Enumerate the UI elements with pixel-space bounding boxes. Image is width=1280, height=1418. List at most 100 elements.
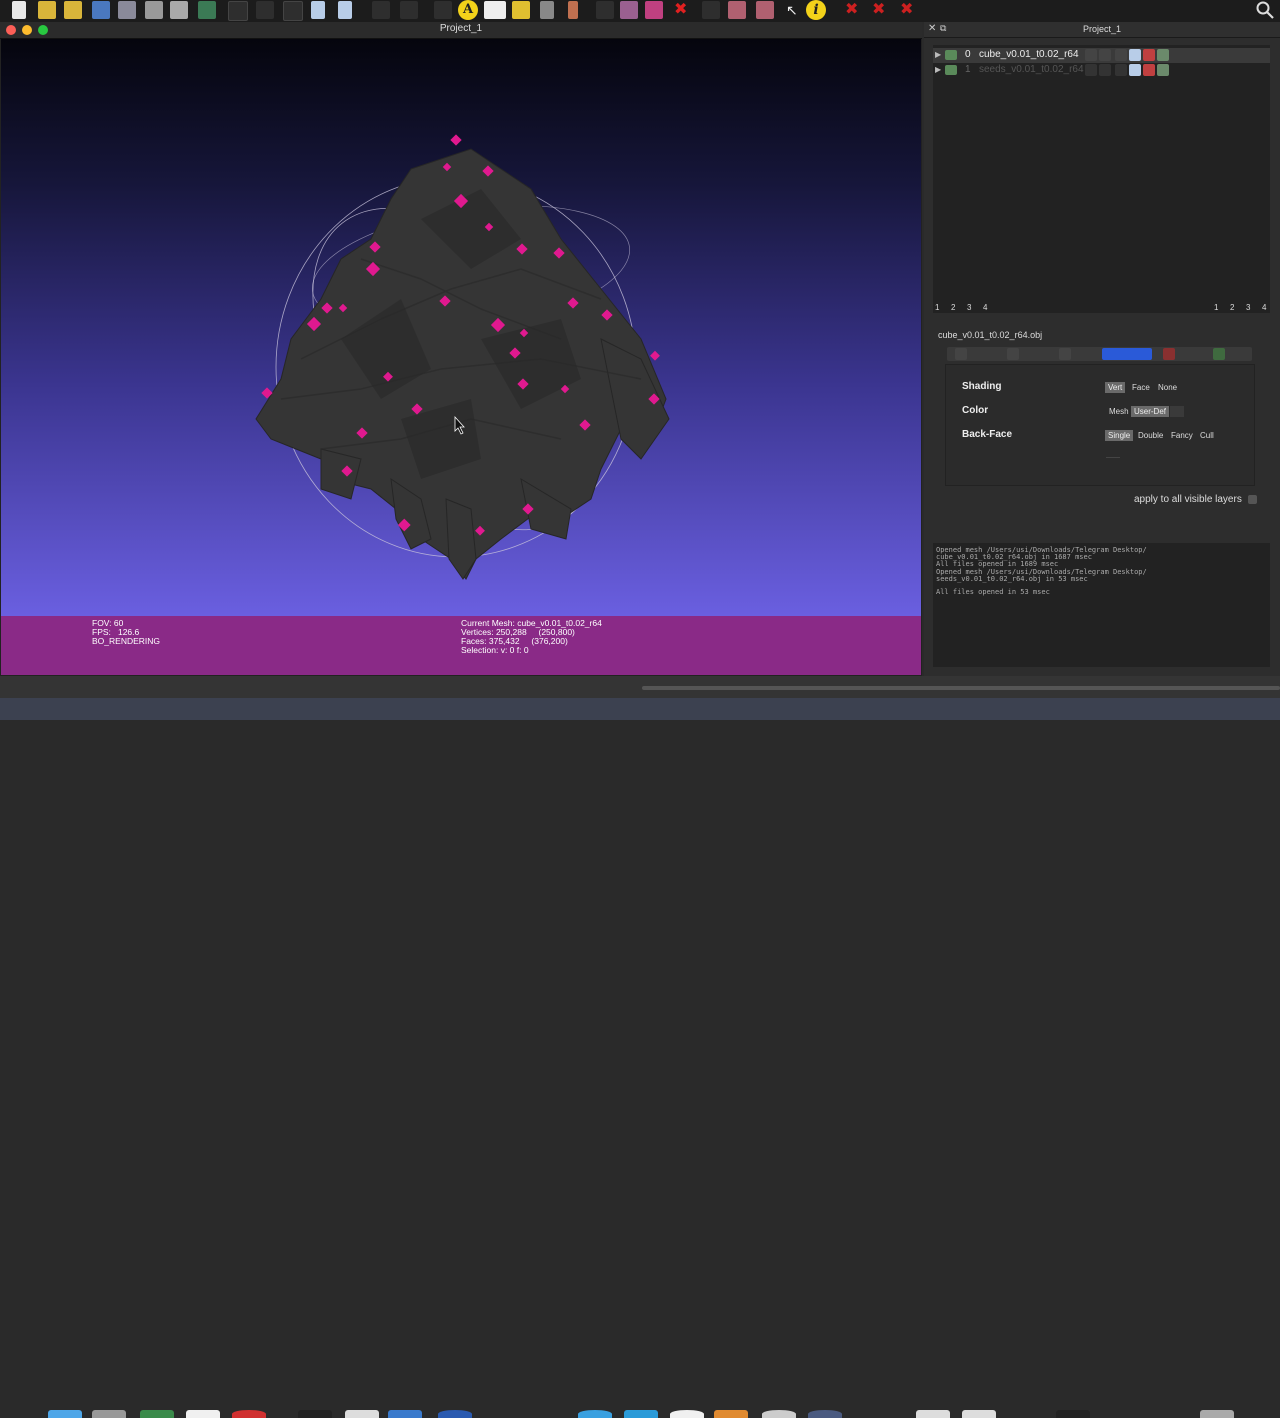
3d-viewport[interactable] <box>1 39 921 616</box>
dock-window2-icon[interactable] <box>962 1410 996 1418</box>
close-x3-icon[interactable]: ✖ <box>900 1 918 19</box>
tab-1[interactable]: 1 <box>1214 303 1230 312</box>
info-icon[interactable]: i <box>806 0 826 20</box>
texture-mode-icon[interactable] <box>1163 348 1175 360</box>
cylinder2-icon[interactable] <box>338 1 352 19</box>
axes-icon[interactable] <box>484 1 506 19</box>
close-x2-icon[interactable]: ✖ <box>872 1 890 19</box>
dock-app5-icon[interactable] <box>624 1410 658 1418</box>
dock-window3-icon[interactable] <box>1056 1410 1090 1418</box>
dock-app7-icon[interactable] <box>714 1410 748 1418</box>
stack-icon[interactable] <box>170 1 188 19</box>
dock-app8-icon[interactable] <box>762 1410 796 1418</box>
wire-mode-icon[interactable] <box>1059 348 1071 360</box>
lighting-mode-icon[interactable] <box>1213 348 1225 360</box>
layer-red-icon[interactable] <box>1143 49 1155 61</box>
select-edges-icon[interactable] <box>728 1 746 19</box>
color-user-def-option[interactable]: User-Def <box>1131 406 1170 417</box>
dock-finder-icon[interactable] <box>48 1410 82 1418</box>
open-folder-icon[interactable] <box>64 1 82 19</box>
apply-all-checkbox[interactable] <box>1248 495 1257 504</box>
dock-app2-icon[interactable] <box>232 1410 266 1418</box>
dock-app3-icon[interactable] <box>388 1410 422 1418</box>
color-mesh-option[interactable]: Mesh <box>1106 406 1132 417</box>
layer-doc-icon[interactable] <box>1115 64 1127 76</box>
points-mode-icon[interactable] <box>1007 348 1019 360</box>
dock-window-icon[interactable] <box>916 1410 950 1418</box>
select-faces-icon[interactable] <box>645 1 663 19</box>
tab-4[interactable]: 4 <box>983 303 999 312</box>
select-verts-icon[interactable] <box>702 1 720 19</box>
viewer-window: Project_1 FOV: 60 FPS: 126.6 BO_RENDERIN… <box>0 22 922 676</box>
open-file-icon[interactable] <box>38 1 56 19</box>
dock-notes-icon[interactable] <box>186 1410 220 1418</box>
new-file-icon[interactable] <box>12 1 26 19</box>
letter-a-icon[interactable]: A <box>458 0 478 20</box>
wire-icon[interactable] <box>283 1 303 21</box>
layer-doc-icon[interactable] <box>1115 49 1127 61</box>
layer-cylinder-icon[interactable] <box>1129 49 1141 61</box>
backface-single-option[interactable]: Single <box>1105 430 1134 441</box>
dock-telegram-icon[interactable] <box>578 1410 612 1418</box>
layer-row-1[interactable]: ▶ 1 seeds_v0.01_t0.02_r64 <box>933 63 1270 78</box>
paint-icon[interactable] <box>620 1 638 19</box>
reload-icon[interactable] <box>92 1 110 19</box>
color-swatch[interactable] <box>1170 406 1184 417</box>
layer-red-icon[interactable] <box>1143 64 1155 76</box>
cylinder-icon[interactable] <box>311 1 325 19</box>
layers-icon[interactable] <box>118 1 136 19</box>
delete-icon[interactable]: ✖ <box>674 1 692 19</box>
dock-app4-icon[interactable] <box>438 1410 472 1418</box>
backface-cull-option[interactable]: Cull <box>1197 430 1217 441</box>
horizontal-scrollbar[interactable] <box>642 686 1280 690</box>
bbox-mode-icon[interactable] <box>955 348 967 360</box>
hand-icon[interactable] <box>512 1 530 19</box>
tab-1[interactable]: 1 <box>935 303 951 312</box>
tab-3[interactable]: 3 <box>1246 303 1262 312</box>
dock-app-icon[interactable] <box>140 1410 174 1418</box>
layer-mesh-icon[interactable] <box>1085 49 1097 61</box>
solid-mode-icon[interactable] <box>1102 348 1152 360</box>
expand-arrow-icon[interactable]: ▶ <box>935 65 941 74</box>
layer-info-icon[interactable] <box>1099 64 1111 76</box>
backface-double-option[interactable]: Double <box>1135 430 1166 441</box>
points-icon[interactable] <box>256 1 274 19</box>
axis-icon[interactable] <box>400 1 418 19</box>
dock-settings-icon[interactable] <box>92 1410 126 1418</box>
shading-vert-option[interactable]: Vert <box>1105 382 1126 393</box>
layer-row-0[interactable]: ▶ 0 cube_v0.01_t0.02_r64 <box>933 48 1270 63</box>
green-screen-icon[interactable] <box>198 1 216 19</box>
dock-trash-icon[interactable] <box>1200 1410 1234 1418</box>
shading-none-option[interactable]: None <box>1155 382 1180 393</box>
camera-icon[interactable] <box>540 1 554 19</box>
pencil-icon[interactable] <box>568 1 578 19</box>
layer-cylinder-icon[interactable] <box>1129 64 1141 76</box>
layer-info-icon[interactable] <box>1099 49 1111 61</box>
layer-mesh-icon[interactable] <box>1085 64 1097 76</box>
tab-2[interactable]: 2 <box>1230 303 1246 312</box>
snapshot-icon[interactable] <box>145 1 163 19</box>
layer-gear-icon[interactable] <box>1157 64 1169 76</box>
dock-terminal-icon[interactable] <box>298 1410 332 1418</box>
tab-4[interactable]: 4 <box>1262 303 1270 312</box>
visibility-eye-icon[interactable] <box>945 50 957 60</box>
dock-app9-icon[interactable] <box>808 1410 842 1418</box>
layer-gear-icon[interactable] <box>1157 49 1169 61</box>
cube-icon[interactable] <box>372 1 390 19</box>
expand-arrow-icon[interactable]: ▶ <box>935 50 941 59</box>
dock-doc-icon[interactable] <box>345 1410 379 1418</box>
annotate-icon[interactable] <box>434 1 452 19</box>
dock-app6-icon[interactable] <box>670 1410 704 1418</box>
viewer-title: Project_1 <box>439 23 483 34</box>
tab-2[interactable]: 2 <box>951 303 967 312</box>
backface-fancy-option[interactable]: Fancy <box>1168 430 1196 441</box>
select-icon[interactable] <box>596 1 614 19</box>
shading-face-option[interactable]: Face <box>1129 382 1153 393</box>
search-icon[interactable] <box>1255 1 1275 19</box>
close-x-icon[interactable]: ✖ <box>845 1 863 19</box>
select-conn-icon[interactable] <box>756 1 774 19</box>
tab-3[interactable]: 3 <box>967 303 983 312</box>
visibility-eye-icon[interactable] <box>945 65 957 75</box>
bbox-icon[interactable] <box>228 1 248 21</box>
arrow-icon[interactable]: ↖ <box>786 1 804 19</box>
